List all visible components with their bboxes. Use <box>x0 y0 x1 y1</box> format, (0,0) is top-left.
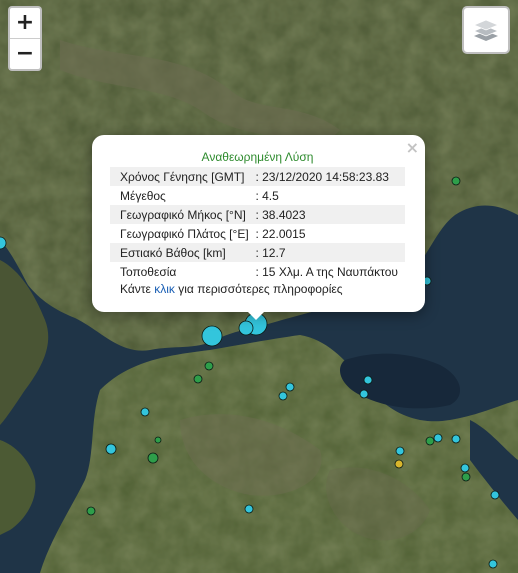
earthquake-marker[interactable] <box>86 506 96 516</box>
more-info-text: Κάντε κλικ για περισσότερες πληροφορίες <box>120 282 343 296</box>
detail-label: Τοποθεσία <box>120 264 177 279</box>
earthquake-marker[interactable] <box>285 382 295 392</box>
detail-value: : 4.5 <box>255 188 279 203</box>
detail-row: Εστιακό Βάθος [km]: 12.7 <box>110 243 405 262</box>
detail-row: Χρόνος Γένησης [GMT]: 23/12/2020 14:58:2… <box>110 167 405 186</box>
detail-label: Μέγεθος <box>120 188 166 203</box>
earthquake-marker[interactable] <box>451 434 461 444</box>
earthquake-marker[interactable] <box>394 459 404 469</box>
earthquake-marker[interactable] <box>461 472 471 482</box>
earthquake-marker[interactable] <box>359 389 369 399</box>
earthquake-marker[interactable] <box>238 320 254 336</box>
layers-icon <box>472 19 500 41</box>
detail-row: Γεωγραφικό Πλάτος [°E] : 22.0015 <box>110 224 405 243</box>
earthquake-marker[interactable] <box>488 559 498 569</box>
popup-close-button[interactable]: × <box>406 138 419 157</box>
detail-row: Γεωγραφικό Μήκος [°N]: 38.4023 <box>110 205 405 224</box>
detail-value: : 22.0015 <box>255 226 306 241</box>
detail-label: Εστιακό Βάθος [km] <box>110 243 256 262</box>
earthquake-marker[interactable] <box>395 446 405 456</box>
detail-label: Χρόνος Γένησης [GMT] <box>110 167 256 186</box>
popup-tip <box>246 310 266 320</box>
detail-value: : 15 Χλμ. Α της Ναυπάκτου <box>255 264 398 279</box>
more-info-prefix: Κάντε <box>120 282 151 296</box>
layers-button[interactable] <box>462 6 510 54</box>
earthquake-marker[interactable] <box>433 433 443 443</box>
earthquake-marker[interactable] <box>278 391 288 401</box>
detail-value: : 38.4023 <box>255 205 405 224</box>
detail-value: : 12.7 <box>255 243 405 262</box>
more-info-link[interactable]: κλικ <box>154 282 175 296</box>
detail-label: Γεωγραφικό Πλάτος [°E] <box>120 226 249 241</box>
detail-row: Μέγεθος : 4.5 <box>110 186 405 205</box>
zoom-control: + − <box>8 6 42 71</box>
earthquake-marker[interactable] <box>201 325 223 347</box>
details-table: Χρόνος Γένησης [GMT]: 23/12/2020 14:58:2… <box>110 167 405 281</box>
earthquake-marker[interactable] <box>140 407 150 417</box>
earthquake-marker[interactable] <box>204 361 214 371</box>
detail-row: Τοποθεσία : 15 Χλμ. Α της Ναυπάκτου <box>110 262 405 281</box>
zoom-in-button[interactable]: + <box>10 8 40 38</box>
earthquake-marker[interactable] <box>193 374 203 384</box>
earthquake-marker[interactable] <box>460 463 470 473</box>
zoom-out-button[interactable]: − <box>10 38 40 69</box>
earthquake-marker[interactable] <box>425 436 435 446</box>
earthquake-marker[interactable] <box>363 375 373 385</box>
earthquake-marker[interactable] <box>451 176 461 186</box>
earthquake-marker[interactable] <box>154 436 162 444</box>
earthquake-marker[interactable] <box>147 452 159 464</box>
detail-label: Γεωγραφικό Μήκος [°N] <box>110 205 256 224</box>
more-info-suffix: για περισσότερες πληροφορίες <box>178 282 343 296</box>
detail-value: : 23/12/2020 14:58:23.83 <box>255 167 405 186</box>
earthquake-popup: × Αναθεωρημένη Λύση Χρόνος Γένησης [GMT]… <box>92 135 425 312</box>
earthquake-marker[interactable] <box>105 443 117 455</box>
earthquake-marker[interactable] <box>244 504 254 514</box>
earthquake-marker[interactable] <box>490 490 500 500</box>
popup-title: Αναθεωρημένη Λύση <box>201 150 314 164</box>
